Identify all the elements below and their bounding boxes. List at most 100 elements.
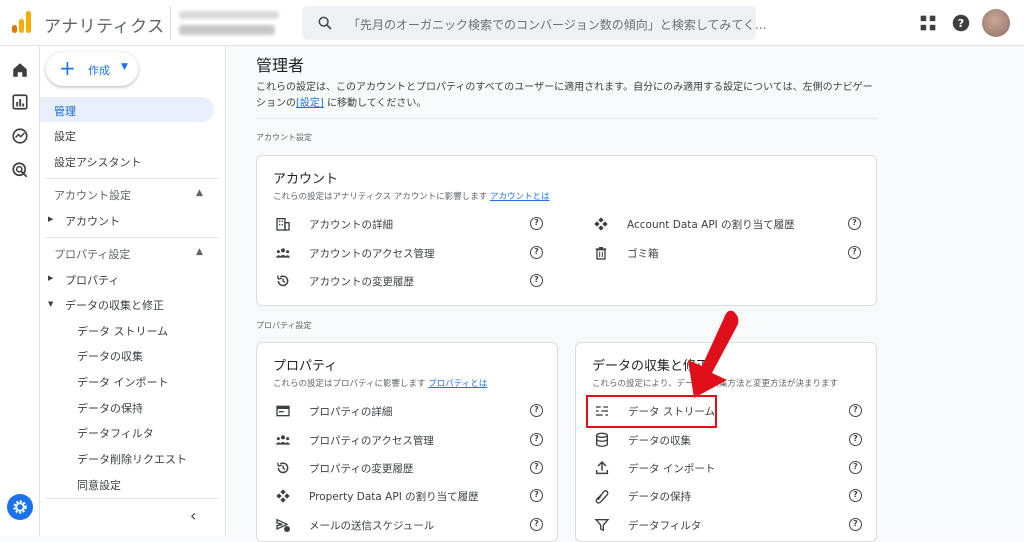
- data-collection-card: データの収集と修正 これらの設定により、データの収集方法と変更方法が決まります …: [575, 342, 877, 542]
- sidenav-subitem[interactable]: データフィルタ: [77, 425, 154, 441]
- sidenav-subitem[interactable]: データ ストリーム: [77, 323, 168, 339]
- what-is-account-link[interactable]: アカウントとは: [490, 192, 550, 202]
- left-rail: [0, 46, 40, 536]
- filter-icon: [594, 519, 610, 532]
- account-api-quota-row[interactable]: Account Data API の割り当て履歴 ?: [593, 214, 863, 234]
- advertising-icon[interactable]: [11, 161, 29, 179]
- card-title: プロパティ: [273, 359, 338, 374]
- card-subtitle: これらの設定はプロパティに影響します プロパティとは: [273, 379, 488, 389]
- row-label: Property Data API の割り当て履歴: [309, 491, 479, 503]
- sidenav-subitem[interactable]: データの収集: [77, 348, 143, 364]
- sidenav-subitem[interactable]: データ インポート: [77, 374, 169, 390]
- sidenav-item-label: 管理: [54, 105, 76, 118]
- row-label: データの保持: [628, 491, 691, 503]
- retention-icon: [595, 490, 609, 504]
- scheduled-send-icon: [276, 518, 290, 532]
- row-label: Account Data API の割り当て履歴: [627, 219, 795, 231]
- property-details-icon: [276, 405, 290, 417]
- sidenav-item-property[interactable]: プロパティ: [65, 272, 119, 288]
- home-icon[interactable]: [11, 61, 29, 79]
- trash-icon: [595, 247, 607, 260]
- account-history-row[interactable]: アカウントの変更履歴 ?: [275, 271, 545, 291]
- sidenav-item-consent[interactable]: 同意設定: [77, 477, 121, 493]
- data-retention-row[interactable]: データの保持 ?: [594, 486, 864, 506]
- account-settings-label: アカウント設定: [256, 133, 312, 142]
- expand-arrow-icon[interactable]: ▶: [48, 274, 53, 282]
- chevron-up-icon[interactable]: ▲: [196, 188, 203, 198]
- explore-icon[interactable]: [11, 127, 29, 145]
- property-card: プロパティ これらの設定はプロパティに影響します プロパティとは プロパティの詳…: [256, 342, 558, 542]
- search-bar[interactable]: 「先月のオーガニック検索でのコンバージョン数の傾向」と検索してみてく...: [302, 6, 767, 40]
- sidenav-item-admin[interactable]: 管理: [40, 97, 214, 122]
- help-circle-icon[interactable]: ?: [848, 246, 861, 259]
- account-selector[interactable]: [170, 6, 292, 40]
- sidenav-subitem[interactable]: データの保持: [77, 400, 143, 416]
- sidenav-item-setup-assistant[interactable]: 設定アシスタント: [54, 154, 142, 170]
- row-label: メールの送信スケジュール: [309, 520, 435, 532]
- chevron-up-icon[interactable]: ▲: [196, 247, 203, 257]
- help-icon[interactable]: ?: [950, 12, 972, 34]
- apps-grid-icon[interactable]: [917, 12, 939, 34]
- sidenav-subitem[interactable]: データ削除リクエスト: [77, 451, 187, 467]
- sidenav-item-data-collection[interactable]: データの収集と修正: [65, 297, 164, 313]
- row-label: データ インポート: [628, 463, 716, 475]
- create-button[interactable]: + 作成 ▼: [46, 52, 138, 86]
- help-circle-icon[interactable]: ?: [849, 518, 862, 531]
- settings-link[interactable]: [設定]: [296, 98, 324, 109]
- row-label: アカウントのアクセス管理: [309, 248, 435, 260]
- help-circle-icon[interactable]: ?: [530, 461, 543, 474]
- user-avatar[interactable]: [982, 9, 1010, 37]
- sidenav-item-account[interactable]: アカウント: [65, 213, 120, 229]
- what-is-property-link[interactable]: プロパティとは: [428, 379, 487, 389]
- row-label: データフィルタ: [628, 520, 702, 532]
- property-api-quota-row[interactable]: Property Data API の割り当て履歴 ?: [275, 486, 545, 506]
- plus-icon: +: [59, 56, 76, 80]
- sidenav-item-settings[interactable]: 設定: [54, 128, 76, 144]
- help-circle-icon[interactable]: ?: [530, 274, 543, 287]
- property-history-row[interactable]: プロパティの変更履歴 ?: [275, 458, 545, 478]
- row-label: プロパティのアクセス管理: [309, 435, 434, 447]
- account-details-row[interactable]: アカウントの詳細 ?: [275, 214, 545, 234]
- history-icon: [277, 275, 289, 287]
- data-filters-row[interactable]: データフィルタ ?: [594, 515, 864, 535]
- app-title: アナリティクス: [44, 17, 165, 37]
- admin-settings-button[interactable]: [7, 494, 33, 520]
- card-subtitle: これらの設定はアナリティクス アカウントに影響します アカウントとは: [273, 192, 550, 202]
- help-circle-icon[interactable]: ?: [849, 433, 862, 446]
- analytics-logo[interactable]: [12, 11, 32, 33]
- account-access-row[interactable]: アカウントのアクセス管理 ?: [275, 243, 545, 263]
- reports-icon[interactable]: [11, 93, 29, 111]
- help-circle-icon[interactable]: ?: [530, 246, 543, 259]
- help-circle-icon[interactable]: ?: [530, 518, 543, 531]
- collapse-arrow-icon[interactable]: ▼: [48, 300, 53, 308]
- data-collection-row[interactable]: データの収集 ?: [594, 430, 864, 450]
- help-circle-icon[interactable]: ?: [849, 404, 862, 417]
- divider: [256, 118, 877, 119]
- people-icon: [275, 435, 291, 445]
- property-access-row[interactable]: プロパティのアクセス管理 ?: [275, 430, 545, 450]
- highlight-box: [586, 395, 717, 428]
- help-circle-icon[interactable]: ?: [848, 217, 861, 230]
- help-circle-icon[interactable]: ?: [849, 489, 862, 502]
- help-circle-icon[interactable]: ?: [530, 404, 543, 417]
- trash-row[interactable]: ゴミ箱 ?: [593, 243, 863, 263]
- row-label: データの収集: [628, 435, 691, 447]
- divider: [46, 178, 218, 179]
- page-title: 管理者: [256, 56, 305, 75]
- help-circle-icon[interactable]: ?: [530, 489, 543, 502]
- help-circle-icon[interactable]: ?: [530, 433, 543, 446]
- help-circle-icon[interactable]: ?: [530, 217, 543, 230]
- property-details-row[interactable]: プロパティの詳細 ?: [275, 401, 545, 421]
- property-settings-label: プロパティ設定: [256, 321, 312, 330]
- row-label: プロパティの変更履歴: [309, 463, 414, 475]
- caret-down-icon: ▼: [121, 62, 128, 72]
- expand-arrow-icon[interactable]: ▶: [48, 215, 53, 223]
- data-import-row[interactable]: データ インポート ?: [594, 458, 864, 478]
- gear-icon: [13, 500, 27, 514]
- email-schedule-row[interactable]: メールの送信スケジュール ?: [275, 515, 545, 535]
- help-circle-icon[interactable]: ?: [849, 461, 862, 474]
- account-settings-header[interactable]: アカウント設定: [54, 187, 131, 203]
- search-icon: [318, 16, 332, 30]
- property-settings-header[interactable]: プロパティ設定: [54, 246, 130, 262]
- collapse-nav-icon[interactable]: ‹: [190, 506, 196, 525]
